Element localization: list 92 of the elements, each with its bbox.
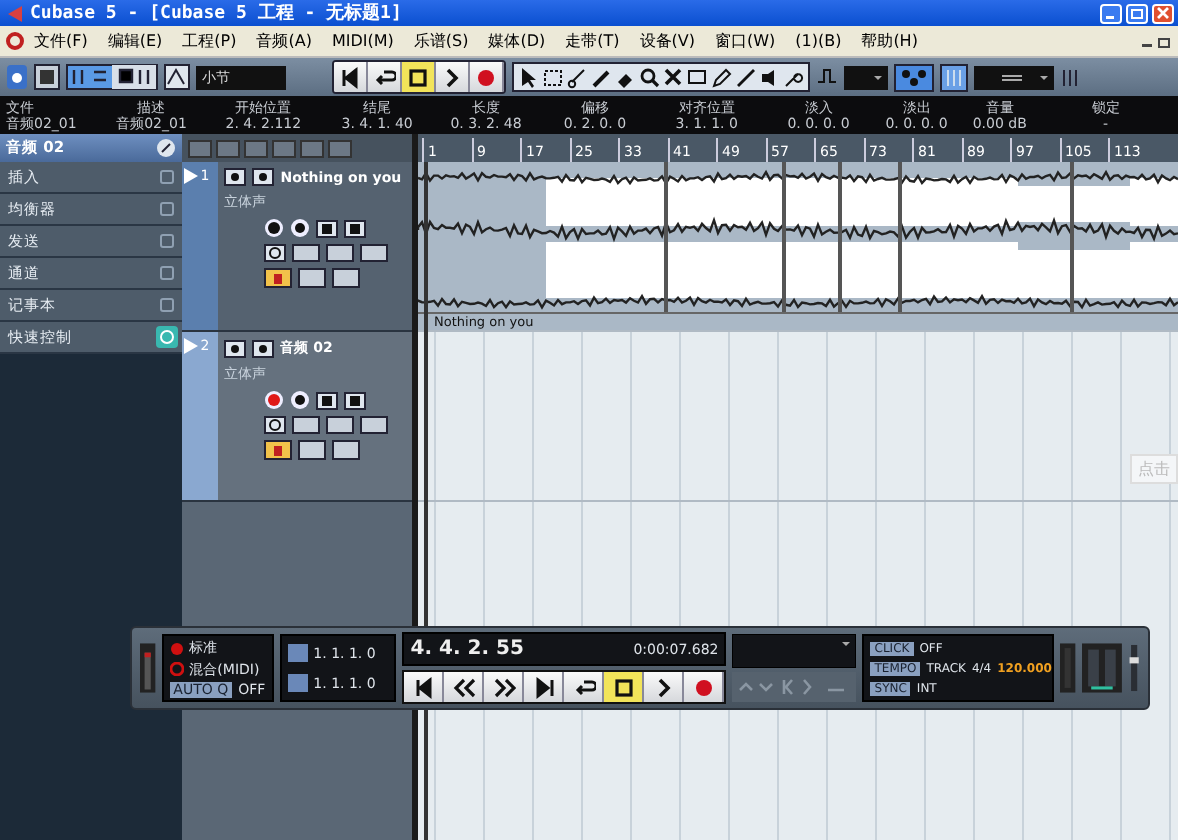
folder-button[interactable] xyxy=(298,268,327,288)
cycle-icon xyxy=(372,65,396,89)
quantize-dropdown[interactable] xyxy=(974,65,1054,89)
freeze-button[interactable] xyxy=(326,244,355,262)
section-icon[interactable] xyxy=(156,166,179,188)
stop-icon xyxy=(611,675,636,699)
menu-item[interactable]: 帮助(H) xyxy=(851,30,928,52)
zoom-icon[interactable] xyxy=(638,65,660,89)
solo-button[interactable] xyxy=(252,168,275,186)
tooltip: 点击 xyxy=(1130,454,1178,484)
fast-forward-icon xyxy=(491,675,516,699)
edit-channel-button[interactable] xyxy=(264,416,287,434)
to-end-icon xyxy=(531,675,556,699)
lane-button[interactable] xyxy=(292,416,321,434)
play-button[interactable] xyxy=(644,672,685,702)
close-icon xyxy=(1156,6,1170,20)
read-button[interactable] xyxy=(316,391,339,409)
menu-item[interactable]: 设备(V) xyxy=(629,30,705,52)
mute-button[interactable] xyxy=(224,339,247,357)
menu-item[interactable]: 走带(T) xyxy=(555,30,630,52)
lock-button[interactable] xyxy=(264,440,293,460)
timebase-button[interactable] xyxy=(332,440,361,460)
menu-item[interactable]: 乐谱(S) xyxy=(403,30,479,52)
restore-button[interactable] xyxy=(1126,3,1148,23)
minimize-button[interactable] xyxy=(1100,3,1122,23)
fx-button[interactable] xyxy=(360,416,389,434)
stop-button[interactable] xyxy=(604,672,645,702)
left-locator-icon[interactable] xyxy=(287,644,308,662)
cycle-button[interactable] xyxy=(564,672,605,702)
timebase-button[interactable] xyxy=(332,268,361,288)
lane-button[interactable] xyxy=(292,244,321,262)
record-enable-button[interactable] xyxy=(264,218,285,238)
solo-button[interactable] xyxy=(252,339,275,357)
marker-display[interactable] xyxy=(732,634,857,668)
to-start-icon xyxy=(411,675,436,699)
rewind-icon xyxy=(451,675,476,699)
write-button[interactable] xyxy=(344,219,367,237)
pencil-icon[interactable] xyxy=(710,65,732,89)
automation-icon[interactable] xyxy=(164,64,190,90)
pointer-icon[interactable] xyxy=(518,65,540,89)
view-toggles-icon[interactable] xyxy=(66,64,158,90)
menu-item[interactable]: 文件(F) xyxy=(24,30,98,52)
menu-item[interactable]: 编辑(E) xyxy=(97,30,173,52)
record-icon xyxy=(169,641,184,656)
section-icon[interactable] xyxy=(156,262,179,284)
close-button[interactable] xyxy=(1152,3,1174,23)
menu-item[interactable]: 窗口(W) xyxy=(704,30,786,52)
line-icon[interactable] xyxy=(734,65,756,89)
stop-button[interactable] xyxy=(402,62,436,92)
cycle-record-icon xyxy=(169,662,184,677)
record-button[interactable] xyxy=(684,672,725,702)
right-locator-icon[interactable] xyxy=(287,674,308,692)
cycle-button[interactable] xyxy=(368,62,402,92)
monitor-button[interactable] xyxy=(290,390,311,410)
lock-button[interactable] xyxy=(264,268,293,288)
grid-icon[interactable] xyxy=(940,63,968,91)
read-button[interactable] xyxy=(316,219,339,237)
mute-button[interactable] xyxy=(224,168,247,186)
edit-icon[interactable] xyxy=(156,138,177,158)
window-title: Cubase 5 - [Cubase 5 工程 - 无标题1] xyxy=(30,1,404,26)
forward-button[interactable] xyxy=(484,672,525,702)
menu-item[interactable]: (1)(B) xyxy=(785,32,852,50)
to-start-button[interactable] xyxy=(404,672,445,702)
to-end-button[interactable] xyxy=(524,672,565,702)
cycle-icon xyxy=(571,675,596,699)
play-button[interactable] xyxy=(436,62,470,92)
waveform-drawing[interactable] xyxy=(418,162,1178,312)
freeze-button[interactable] xyxy=(326,416,355,434)
snap-dropdown[interactable] xyxy=(844,65,888,89)
snap-icon[interactable] xyxy=(894,63,934,91)
rewind-button[interactable] xyxy=(444,672,485,702)
bar-position[interactable]: 4. 4. 2. 55 xyxy=(410,638,524,660)
range-select-icon[interactable] xyxy=(542,65,564,89)
to-start-button[interactable] xyxy=(334,62,368,92)
to-start-icon xyxy=(338,65,362,89)
menu-item[interactable]: MIDI(M) xyxy=(321,32,404,50)
monitor-button[interactable] xyxy=(290,218,311,238)
menu-item[interactable]: 音频(A) xyxy=(246,30,322,52)
record-icon xyxy=(474,65,498,89)
edit-channel-button[interactable] xyxy=(264,244,287,262)
record-icon xyxy=(691,675,716,699)
fx-button[interactable] xyxy=(360,244,389,262)
quick-controls-icon[interactable] xyxy=(156,326,179,348)
section-icon[interactable] xyxy=(156,230,179,252)
menu-item[interactable]: 媒体(D) xyxy=(478,30,556,52)
x-icon[interactable] xyxy=(662,65,684,89)
section-icon[interactable] xyxy=(156,294,179,316)
write-button[interactable] xyxy=(344,391,367,409)
section-icon[interactable] xyxy=(156,198,179,220)
menu-item[interactable]: 工程(P) xyxy=(172,30,247,52)
stop-icon xyxy=(406,65,430,89)
folder-button[interactable] xyxy=(298,440,327,460)
